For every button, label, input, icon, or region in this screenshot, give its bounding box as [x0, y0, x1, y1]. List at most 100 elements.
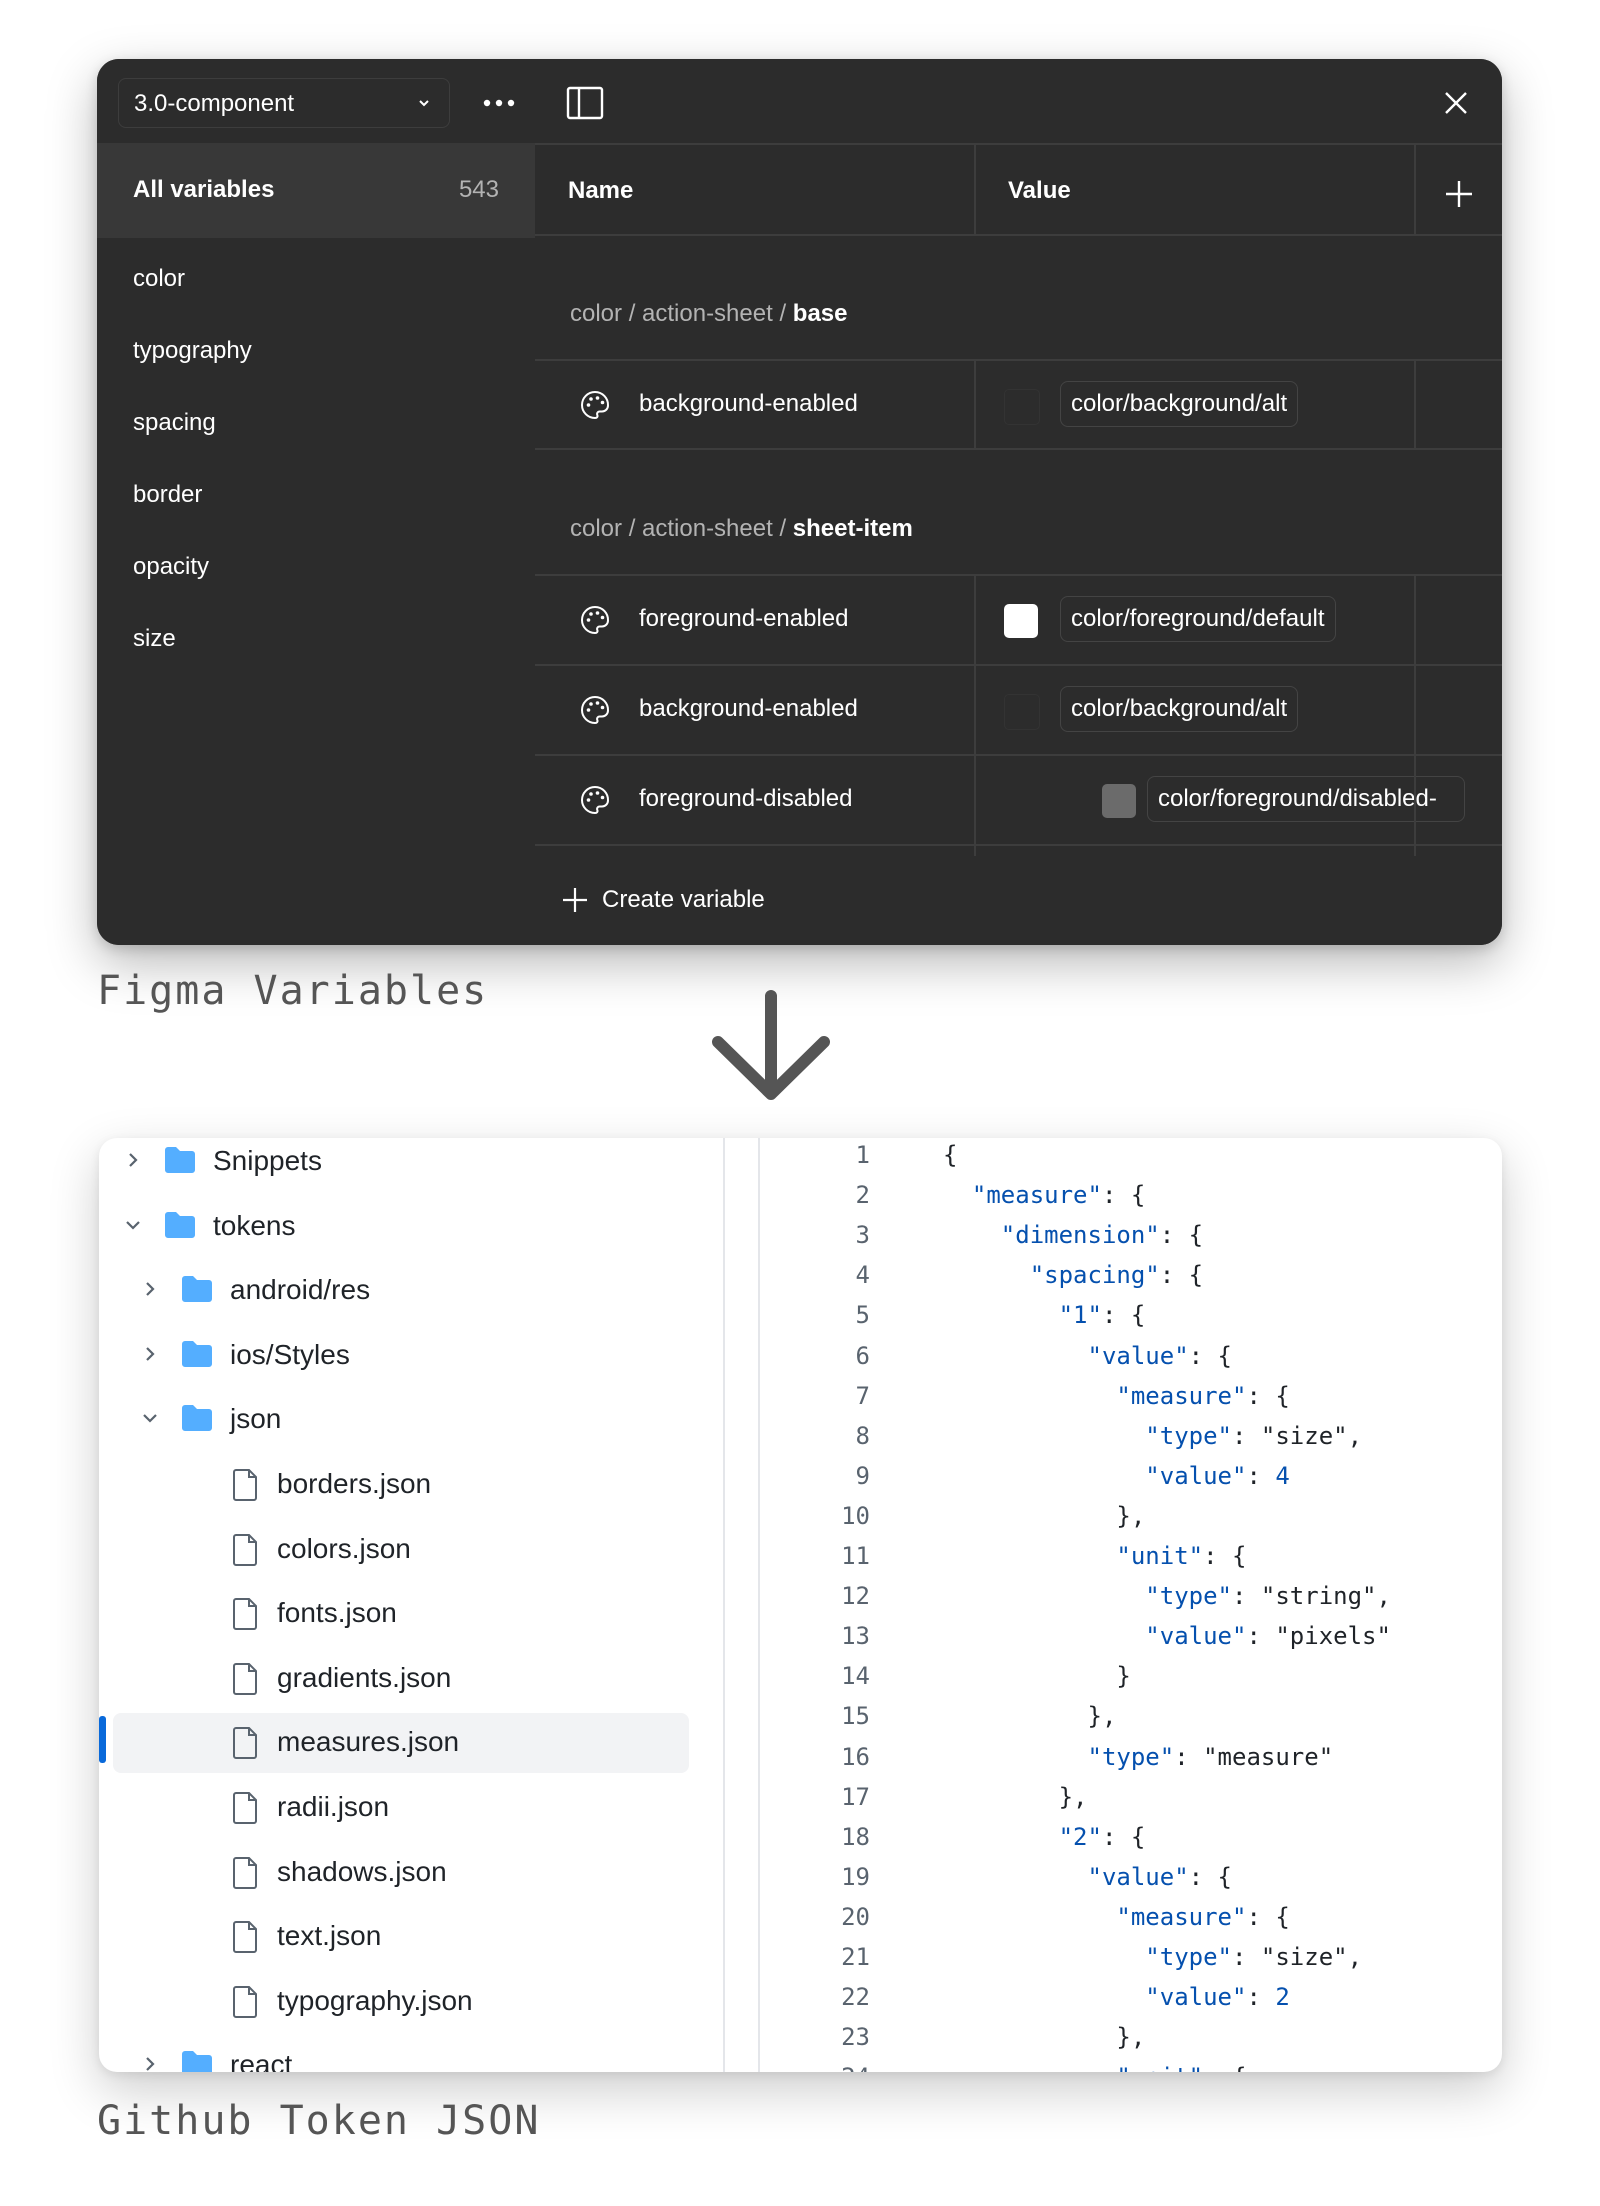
code-text: }	[943, 1662, 1131, 1691]
variable-name: foreground-enabled	[639, 605, 849, 632]
tree-item-label: gradients.json	[277, 1661, 452, 1693]
line-number: 19	[841, 1862, 870, 1891]
group-item-spacing[interactable]: spacing	[133, 409, 216, 437]
group-item-color[interactable]: color	[133, 265, 185, 293]
line-number: 5	[855, 1301, 870, 1330]
chevron-down-icon[interactable]	[123, 1215, 143, 1235]
tree-folder-item[interactable]: ios/Styles	[99, 1326, 699, 1386]
alias-chip[interactable]: color/background/alt	[1060, 686, 1299, 732]
figma-caption: Figma Variables	[97, 968, 489, 1014]
code-line: 5 "1": {	[760, 1301, 1502, 1341]
tree-item-label: typography.json	[277, 1984, 473, 2016]
tree-item-label: borders.json	[277, 1468, 432, 1499]
palette-icon	[581, 390, 610, 420]
all-variables-item[interactable]: All variables 543	[97, 143, 535, 238]
code-text: "type": "size",	[1145, 1421, 1363, 1450]
name-column-header: Name	[568, 177, 634, 204]
chevron-right-icon[interactable]	[140, 1279, 160, 1299]
file-icon	[232, 1726, 260, 1765]
color-swatch	[1102, 784, 1136, 818]
tree-item-label: shadows.json	[277, 1855, 447, 1887]
line-number: 7	[855, 1381, 870, 1410]
variable-row[interactable]: background-enabled color/background/alt	[535, 666, 1502, 754]
variable-row[interactable]: foreground-enabled color/foreground/defa…	[535, 576, 1502, 664]
code-line: 3 "dimension": {	[760, 1221, 1502, 1261]
figma-variables-panel: 3.0-component All variables 543 color ty…	[97, 59, 1502, 945]
tree-file-item[interactable]: measures.json	[113, 1713, 689, 1774]
alias-chip[interactable]: color/foreground/default	[1060, 596, 1336, 642]
line-number: 3	[855, 1221, 870, 1250]
code-line: 13 "value": "pixels"	[760, 1622, 1502, 1662]
line-number: 15	[841, 1702, 870, 1731]
tree-file-item[interactable]: text.json	[99, 1907, 699, 1967]
palette-icon	[581, 695, 610, 725]
variable-row[interactable]: foreground-disabled color/foreground/dis…	[535, 756, 1502, 844]
tree-file-item[interactable]: colors.json	[99, 1520, 699, 1580]
tree-item-label: text.json	[277, 1920, 382, 1952]
code-text: "unit": {	[1116, 1542, 1247, 1570]
tree-item-label: android/res	[230, 1274, 371, 1306]
color-swatch	[1004, 604, 1038, 638]
line-number: 13	[841, 1622, 870, 1651]
sidebar-toggle-icon[interactable]	[565, 85, 605, 121]
line-number: 17	[841, 1782, 870, 1811]
code-text: "dimension": {	[1000, 1221, 1204, 1250]
divider	[974, 359, 976, 449]
tree-file-item[interactable]: fonts.json	[99, 1584, 699, 1644]
group-item-typography[interactable]: typography	[133, 337, 252, 365]
tree-item-label: fonts.json	[277, 1597, 397, 1629]
close-icon[interactable]	[1438, 85, 1474, 121]
file-icon	[232, 1985, 260, 2024]
tree-folder-item[interactable]: android/res	[99, 1261, 699, 1321]
code-text: "measure": {	[971, 1181, 1146, 1210]
tree-folder-item[interactable]: react	[99, 2036, 699, 2072]
chevron-right-icon[interactable]	[140, 2054, 160, 2072]
code-line: 10 },	[760, 1502, 1502, 1542]
divider	[1414, 574, 1416, 856]
variable-name: background-enabled	[639, 390, 858, 417]
line-number: 12	[841, 1582, 870, 1611]
chevron-right-icon[interactable]	[123, 1150, 143, 1170]
plus-icon[interactable]	[1442, 177, 1476, 211]
code-line: 12 "type": "string",	[760, 1582, 1502, 1622]
tree-folder-item[interactable]: tokens	[99, 1197, 699, 1257]
more-options-icon[interactable]	[479, 85, 519, 121]
code-view: 1{2 "measure": {3 "dimension": {4 "spaci…	[760, 1138, 1502, 2072]
folder-icon	[163, 1210, 197, 1245]
line-number: 11	[841, 1542, 870, 1570]
tree-folder-item[interactable]: json	[99, 1390, 699, 1450]
group-item-border[interactable]: border	[133, 481, 202, 509]
tree-file-item[interactable]: borders.json	[99, 1455, 699, 1515]
plus-icon	[563, 888, 587, 912]
divider	[535, 448, 1502, 450]
tree-file-item[interactable]: radii.json	[99, 1778, 699, 1838]
create-variable-button[interactable]: Create variable	[535, 857, 1502, 945]
tree-file-item[interactable]: shadows.json	[99, 1843, 699, 1903]
group-item-size[interactable]: size	[133, 625, 176, 653]
code-text: "value": {	[1087, 1862, 1233, 1891]
code-text: "value": "pixels"	[1145, 1622, 1391, 1651]
group-path-heading: color / action-sheet / sheet-item	[570, 515, 913, 543]
alias-chip[interactable]: color/background/alt	[1060, 381, 1299, 427]
code-text: "unit": {	[943, 2063, 1246, 2072]
file-icon	[232, 1533, 260, 1572]
alias-chip[interactable]: color/foreground/disabled-	[1147, 776, 1465, 822]
tree-file-item[interactable]: gradients.json	[99, 1649, 699, 1709]
variable-row[interactable]: background-enabled color/background/alt	[535, 361, 1502, 449]
code-text: },	[943, 2023, 1146, 2052]
file-icon	[232, 1920, 260, 1959]
line-number: 20	[841, 1902, 870, 1931]
chevron-right-icon[interactable]	[140, 1344, 160, 1364]
tree-file-item[interactable]: typography.json	[99, 1972, 699, 2032]
divider	[535, 234, 1502, 236]
tree-folder-item[interactable]: Snippets	[99, 1138, 699, 1192]
code-line: 17 },	[760, 1783, 1502, 1823]
chevron-down-icon[interactable]	[140, 1408, 160, 1428]
collection-select[interactable]: 3.0-component	[118, 78, 450, 128]
tree-item-label: radii.json	[277, 1791, 390, 1822]
line-number: 9	[855, 1461, 870, 1490]
file-icon	[232, 1597, 260, 1636]
line-number: 23	[841, 2023, 870, 2052]
group-item-opacity[interactable]: opacity	[133, 553, 209, 581]
code-line: 9 "value": 4	[760, 1462, 1502, 1502]
